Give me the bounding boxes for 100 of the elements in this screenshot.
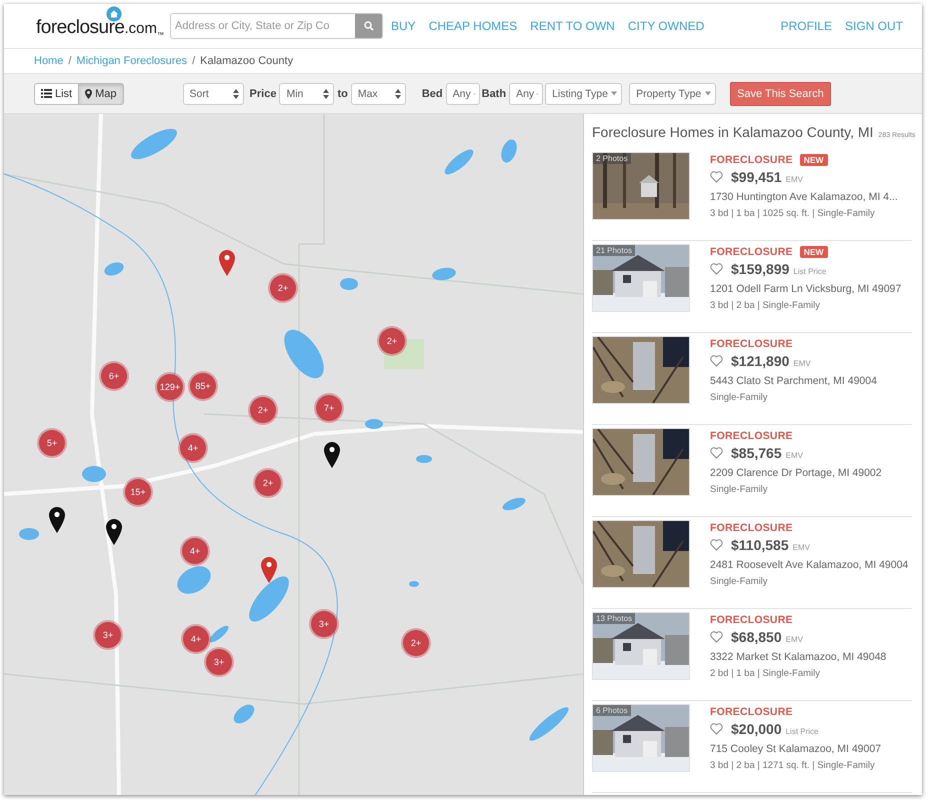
account-link[interactable]: SIGN OUT	[844, 19, 903, 33]
select-value: Any	[516, 88, 534, 100]
listing-type: FORECLOSURE	[710, 614, 793, 626]
lake	[131, 128, 177, 160]
photo-count: 6 Photos	[593, 705, 631, 716]
listing-price: $85,765	[731, 445, 782, 461]
lake	[234, 704, 254, 724]
results-title: Foreclosure Homes in Kalamazoo County, MI	[592, 124, 874, 140]
listing-address[interactable]: 2209 Clarence Dr Portage, MI 49002	[710, 467, 882, 479]
listing-details: 3 bd | 2 ba | Single-Family	[710, 300, 822, 311]
listing-details: 3 bd | 2 ba | 1271 sq. ft. | Single-Family	[710, 760, 876, 771]
select-value: Any	[452, 88, 471, 100]
listing-type: FORECLOSURE	[710, 522, 793, 534]
view-toggle[interactable]: Map	[79, 82, 124, 104]
select-value: Max	[358, 88, 378, 100]
heart-icon[interactable]	[710, 355, 723, 367]
lake	[416, 455, 432, 463]
photo-count: 13 Photos	[593, 613, 636, 624]
list-icon	[41, 89, 52, 98]
search-icon	[364, 21, 374, 31]
nav-link[interactable]: CHEAP HOMES	[428, 19, 518, 33]
heart-icon[interactable]	[710, 447, 723, 459]
price-label: Price	[250, 88, 276, 100]
lake	[501, 140, 517, 162]
lake	[209, 626, 229, 642]
lake	[177, 566, 211, 594]
select-value: Property Type	[636, 88, 702, 100]
breadcrumb-separator: /	[192, 55, 196, 67]
bed-select[interactable]: Any	[446, 82, 480, 104]
search-field[interactable]: Address or City, State or Zip Co	[170, 13, 384, 39]
listing-type: FORECLOSURE	[710, 430, 793, 442]
lake	[104, 262, 124, 276]
heart-icon[interactable]	[710, 171, 723, 183]
to-label: to	[337, 88, 348, 100]
listing-type: FORECLOSURE	[710, 154, 793, 166]
listing-address[interactable]: 5443 Clato St Parchment, MI 49004	[710, 375, 877, 387]
listing-price: $20,000	[731, 721, 782, 737]
lake	[365, 419, 383, 429]
listing-address[interactable]: 715 Cooley St Kalamazoo, MI 49007	[710, 743, 882, 755]
price-note: EMV	[786, 175, 803, 184]
lake	[530, 707, 568, 741]
listing-type-dropdown[interactable]: Listing Type	[545, 82, 622, 104]
photo-count: 21 Photos	[593, 245, 636, 256]
bed-label: Bed	[422, 88, 443, 100]
listing-address[interactable]: 1730 Huntington Ave Kalamazoo, MI 4...	[710, 191, 898, 203]
price-note: EMV	[793, 359, 811, 368]
listing-details: 3 bd | 1 ba | 1025 sq. ft. | Single-Family	[710, 208, 876, 219]
map-pin-icon[interactable]	[49, 507, 65, 533]
breadcrumb-link[interactable]: Home	[34, 55, 64, 67]
sort-select[interactable]: Sort	[182, 82, 244, 104]
nav-link[interactable]: CITY OWNED	[628, 19, 704, 33]
max-price-select[interactable]: Max	[350, 82, 406, 104]
map-pin-icon[interactable]	[106, 519, 122, 545]
price-note: EMV	[792, 543, 810, 552]
heart-icon[interactable]	[710, 723, 723, 735]
nav-link[interactable]: RENT TO OWN	[530, 19, 615, 33]
new-badge: NEW	[800, 154, 828, 166]
breadcrumb-link[interactable]: Michigan Foreclosures	[76, 55, 188, 67]
lake	[284, 330, 324, 378]
search-button[interactable]	[355, 14, 382, 38]
listing-address[interactable]: 3322 Market St Kalamazoo, MI 49048	[710, 651, 886, 663]
view-toggle[interactable]: List	[34, 82, 80, 104]
map-marker-icon	[85, 88, 92, 98]
price-note: EMV	[786, 635, 803, 644]
save-search-button[interactable]: Save This Search	[730, 82, 831, 106]
lake	[340, 278, 358, 290]
select-value: Sort	[190, 88, 209, 100]
price-note: List Price	[786, 727, 819, 736]
lake	[432, 268, 456, 280]
map-pin-icon[interactable]	[324, 442, 340, 468]
account-link[interactable]: PROFILE	[780, 19, 832, 33]
listing-type: FORECLOSURE	[710, 706, 793, 718]
lake	[19, 528, 39, 540]
listing-details: Single-Family	[710, 576, 769, 587]
breadcrumb-current: Kalamazoo County	[200, 55, 294, 67]
breadcrumb-separator: /	[68, 55, 72, 67]
listing-details: Single-Family	[710, 392, 769, 403]
heart-icon[interactable]	[710, 631, 723, 643]
caret-icon	[705, 91, 712, 96]
caret-icon	[611, 91, 618, 96]
listing-type: FORECLOSURE	[710, 246, 793, 258]
listing-price: $110,585	[731, 537, 789, 553]
lake	[502, 498, 526, 510]
price-note: EMV	[786, 451, 803, 460]
listing-price: $121,890	[731, 353, 790, 369]
heart-icon[interactable]	[710, 539, 723, 551]
lake	[249, 576, 289, 622]
price-note: List Price	[793, 267, 826, 276]
photo-count: 2 Photos	[593, 153, 631, 164]
listing-details: Single-Family	[710, 484, 769, 495]
new-badge: NEW	[800, 246, 828, 258]
property-type-dropdown[interactable]: Property Type	[629, 82, 716, 104]
listing-address[interactable]: 2481 Roosevelt Ave Kalamazoo, MI 49004	[710, 559, 908, 571]
min-price-select[interactable]: Min	[279, 82, 334, 104]
listing-price: $99,451	[731, 169, 782, 185]
nav-link[interactable]: BUY	[391, 19, 416, 33]
listing-details: 2 bd | 1 ba | Single-Family	[710, 668, 822, 679]
listing-address[interactable]: 1201 Odell Farm Ln Vicksburg, MI 49097	[710, 283, 902, 295]
bath-select[interactable]: Any	[509, 82, 544, 104]
heart-icon[interactable]	[710, 263, 723, 275]
